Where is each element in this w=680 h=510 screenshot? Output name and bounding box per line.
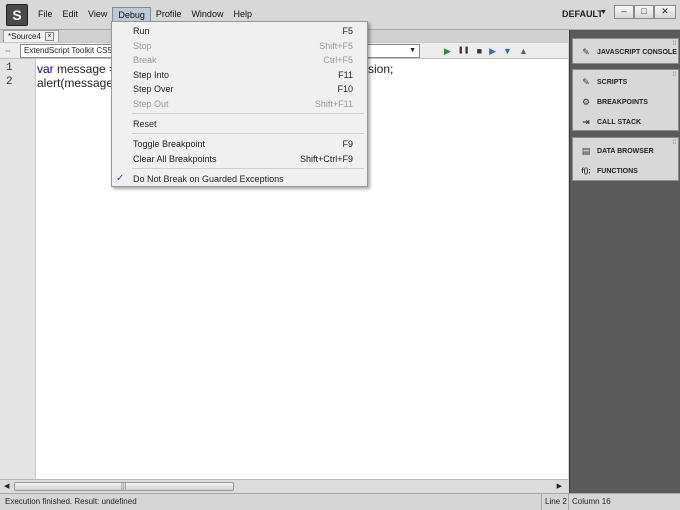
panels-dock: ⁞⁞ ✎ JAVASCRIPT CONSOLE ⁞⁞ ✎ SCRIPTS ⚙ B… [569, 30, 680, 493]
link-icon[interactable]: ⇔ [4, 46, 18, 56]
panel-label: BREAKPOINTS [597, 98, 648, 106]
panel-group-data: ⁞⁞ ▤ DATA BROWSER f(); FUNCTIONS [572, 137, 679, 181]
menu-item-step-into[interactable]: Step Into F11 [112, 68, 367, 82]
maximize-button[interactable]: □ [634, 5, 654, 19]
debug-controls: ▶ ❚❚ ■ ▶ ▼ ▲ [444, 46, 528, 56]
step-into-icon[interactable]: ▼ [503, 46, 512, 56]
code-line-1: var message = sion; [37, 62, 393, 76]
panel-breakpoints[interactable]: ⚙ BREAKPOINTS [579, 95, 648, 109]
panel-label: SCRIPTS [597, 78, 628, 86]
menu-item-do-not-break-guarded[interactable]: ✓ Do Not Break on Guarded Exceptions [112, 172, 367, 186]
scroll-left-icon[interactable]: ◀ [4, 482, 9, 490]
panel-javascript-console[interactable]: ✎ JAVASCRIPT CONSOLE [579, 45, 677, 59]
panel-label: CALL STACK [597, 118, 642, 126]
tab-label: *Source4 [8, 31, 41, 41]
code-keyword: var [37, 62, 54, 76]
app-logo-icon: S [6, 4, 28, 26]
code-line-2: alert(message); [37, 76, 121, 90]
tab-source4[interactable]: *Source4 × [3, 30, 59, 42]
panel-scripts[interactable]: ✎ SCRIPTS [579, 75, 627, 89]
menu-item-stop[interactable]: Stop Shift+F5 [112, 39, 367, 53]
menu-item-step-out[interactable]: Step Out Shift+F11 [112, 97, 367, 111]
status-bar: Execution finished. Result: undefined Li… [0, 493, 680, 510]
call-stack-icon: ⇥ [582, 116, 590, 127]
menu-item-toggle-breakpoint[interactable]: Toggle Breakpoint F9 [112, 137, 367, 151]
breakpoints-icon: ⚙ [581, 96, 591, 107]
menu-item-reset[interactable]: Reset [112, 117, 367, 131]
minimize-button[interactable]: – [614, 5, 634, 19]
close-button[interactable]: ✕ [654, 5, 676, 19]
data-browser-icon: ▤ [581, 145, 591, 156]
functions-icon: f(); [581, 167, 591, 175]
menu-separator [132, 113, 364, 114]
pause-icon[interactable]: ❚❚ [458, 46, 470, 56]
panel-label: JAVASCRIPT CONSOLE [597, 48, 677, 56]
menu-item-run[interactable]: Run F5 [112, 24, 367, 38]
panel-group-console: ⁞⁞ ✎ JAVASCRIPT CONSOLE [572, 38, 679, 64]
scrollbar-thumb[interactable]: ||| [14, 482, 234, 491]
menu-separator [132, 168, 364, 169]
panel-label: DATA BROWSER [597, 147, 654, 155]
panel-data-browser[interactable]: ▤ DATA BROWSER [579, 144, 654, 158]
grip-icon: ||| [121, 483, 127, 490]
grip-icon[interactable]: ⁞⁞ [673, 72, 676, 78]
workspace-selector[interactable]: DEFAULT [562, 9, 603, 19]
panel-call-stack[interactable]: ⇥ CALL STACK [579, 115, 641, 129]
line-number: 1 [6, 62, 13, 74]
status-message: Execution finished. Result: undefined [5, 497, 137, 506]
menu-view[interactable]: View [83, 7, 112, 23]
menu-separator [132, 133, 364, 134]
scripts-icon: ✎ [582, 76, 590, 87]
menu-file[interactable]: File [33, 7, 58, 23]
checkmark-icon: ✓ [116, 173, 125, 184]
close-icon[interactable]: × [44, 32, 54, 41]
stop-icon[interactable]: ■ [477, 46, 482, 56]
code-text: sion; [368, 62, 394, 76]
panel-group-debug: ⁞⁞ ✎ SCRIPTS ⚙ BREAKPOINTS ⇥ CALL STACK [572, 69, 679, 131]
line-number: 2 [6, 76, 13, 88]
horizontal-scrollbar[interactable]: ◀ ||| ▶ [0, 479, 568, 493]
run-icon[interactable]: ▶ [444, 46, 451, 56]
scroll-right-icon[interactable]: ▶ [557, 482, 562, 490]
menu-item-clear-all-breakpoints[interactable]: Clear All Breakpoints Shift+Ctrl+F9 [112, 152, 367, 166]
menu-edit[interactable]: Edit [58, 7, 84, 23]
step-over-icon[interactable]: ▶ [489, 46, 496, 56]
step-out-icon[interactable]: ▲ [519, 46, 528, 56]
chevron-down-icon[interactable]: ▼ [600, 9, 607, 16]
panel-functions[interactable]: f(); FUNCTIONS [579, 164, 638, 178]
menu-item-break[interactable]: Break Ctrl+F5 [112, 53, 367, 67]
panel-label: FUNCTIONS [597, 167, 638, 175]
status-column: Column 16 [568, 494, 611, 510]
code-text: message = [53, 62, 120, 76]
grip-icon[interactable]: ⁞⁞ [673, 140, 676, 146]
chevron-down-icon: ▼ [409, 47, 416, 54]
menu-item-step-over[interactable]: Step Over F10 [112, 82, 367, 96]
console-icon: ✎ [582, 46, 590, 57]
debug-menu-dropdown: Run F5 Stop Shift+F5 Break Ctrl+F5 Step … [111, 21, 368, 187]
target-value: ExtendScript Toolkit CS5 [24, 46, 112, 55]
status-line: Line 2 [541, 494, 567, 510]
line-number-gutter: 1 2 [0, 59, 36, 479]
window-controls: – □ ✕ [614, 5, 676, 19]
